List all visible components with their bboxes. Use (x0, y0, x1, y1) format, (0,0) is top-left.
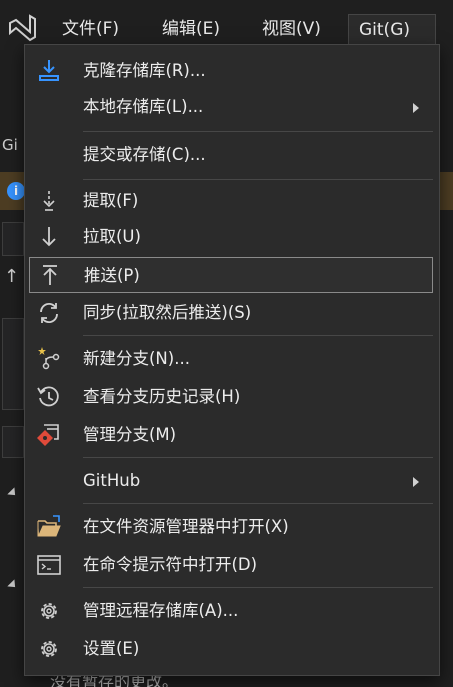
visual-studio-logo-icon (9, 14, 36, 42)
menu-item-label: 管理远程存储库(A)... (83, 601, 239, 620)
menu-file[interactable]: 文件(F) (52, 14, 129, 44)
menu-item-label: GitHub (83, 471, 141, 490)
git-dropdown-menu: 克隆存储库(R)... 本地存储库(L)... 提交或存储(C)... 提取(F… (24, 44, 440, 676)
pull-icon (42, 227, 56, 247)
menu-item-open-in-file-explorer[interactable]: 在文件资源管理器中打开(X) (29, 509, 433, 545)
menu-item-view-branch-history[interactable]: 查看分支历史记录(H) (29, 379, 433, 415)
menu-item-sync[interactable]: 同步(拉取然后推送)(S) (29, 295, 433, 331)
menu-separator (83, 457, 433, 458)
menu-item-manage-branches[interactable]: 管理分支(M) (29, 417, 433, 453)
menu-item-github[interactable]: GitHub (29, 463, 433, 499)
menu-item-label: 在命令提示符中打开(D) (83, 555, 258, 574)
menu-item-label: 同步(拉取然后推送)(S) (83, 303, 252, 322)
menu-separator (83, 503, 433, 504)
menu-item-label: 设置(E) (83, 639, 140, 658)
menu-item-clone-repository[interactable]: 克隆存储库(R)... (29, 53, 433, 89)
menu-item-settings[interactable]: 设置(E) (29, 631, 433, 667)
menu-item-open-in-command-prompt[interactable]: 在命令提示符中打开(D) (29, 547, 433, 583)
menu-item-label: 管理分支(M) (83, 425, 177, 444)
menu-separator (83, 335, 433, 336)
background-dropdown (2, 222, 24, 256)
menu-item-label: 提交或存储(C)... (83, 145, 206, 164)
menu-item-label: 提取(F) (83, 191, 139, 210)
menu-item-commit-or-stash[interactable]: 提交或存储(C)... (29, 137, 433, 173)
menu-item-local-repositories[interactable]: 本地存储库(L)... (29, 89, 433, 125)
background-commit-box (2, 318, 24, 410)
menu-item-new-branch[interactable]: 新建分支(N)... (29, 341, 433, 377)
menu-item-label: 本地存储库(L)... (83, 97, 204, 116)
menu-edit[interactable]: 编辑(E) (152, 14, 230, 44)
clone-download-icon (39, 60, 59, 81)
expand-icon[interactable] (7, 579, 19, 591)
manage-branches-icon (37, 424, 59, 446)
expand-icon[interactable] (7, 487, 19, 499)
menu-item-fetch[interactable]: 提取(F) (29, 183, 433, 219)
history-icon (37, 386, 59, 407)
menu-item-label: 拉取(U) (83, 227, 141, 246)
sync-icon (40, 302, 58, 324)
folder-open-icon (37, 515, 61, 537)
menu-view[interactable]: 视图(V) (252, 14, 331, 44)
menu-git[interactable]: Git(G) (348, 14, 436, 44)
background-panel-title: Gi (2, 136, 18, 154)
gear-icon (41, 641, 57, 657)
push-icon (43, 265, 57, 285)
menu-item-label: 新建分支(N)... (83, 349, 190, 368)
menu-item-pull[interactable]: 拉取(U) (29, 219, 433, 255)
menu-separator (83, 179, 433, 180)
info-icon: i (7, 182, 25, 200)
menu-separator (83, 131, 433, 132)
gear-icon (41, 603, 57, 619)
background-input (2, 426, 24, 458)
new-branch-icon (38, 347, 60, 370)
background-up-arrow-icon: ↑ (4, 266, 20, 287)
submenu-arrow-icon (413, 477, 419, 487)
menu-separator (83, 587, 433, 588)
terminal-icon (37, 555, 61, 575)
menu-item-label: 推送(P) (84, 266, 140, 285)
submenu-arrow-icon (413, 103, 419, 113)
menu-item-label: 查看分支历史记录(H) (83, 387, 241, 406)
menu-item-manage-remotes[interactable]: 管理远程存储库(A)... (29, 593, 433, 629)
menu-item-label: 克隆存储库(R)... (83, 61, 206, 80)
menu-item-push[interactable]: 推送(P) (29, 257, 433, 293)
menu-item-label: 在文件资源管理器中打开(X) (83, 517, 289, 536)
fetch-icon (43, 191, 55, 211)
